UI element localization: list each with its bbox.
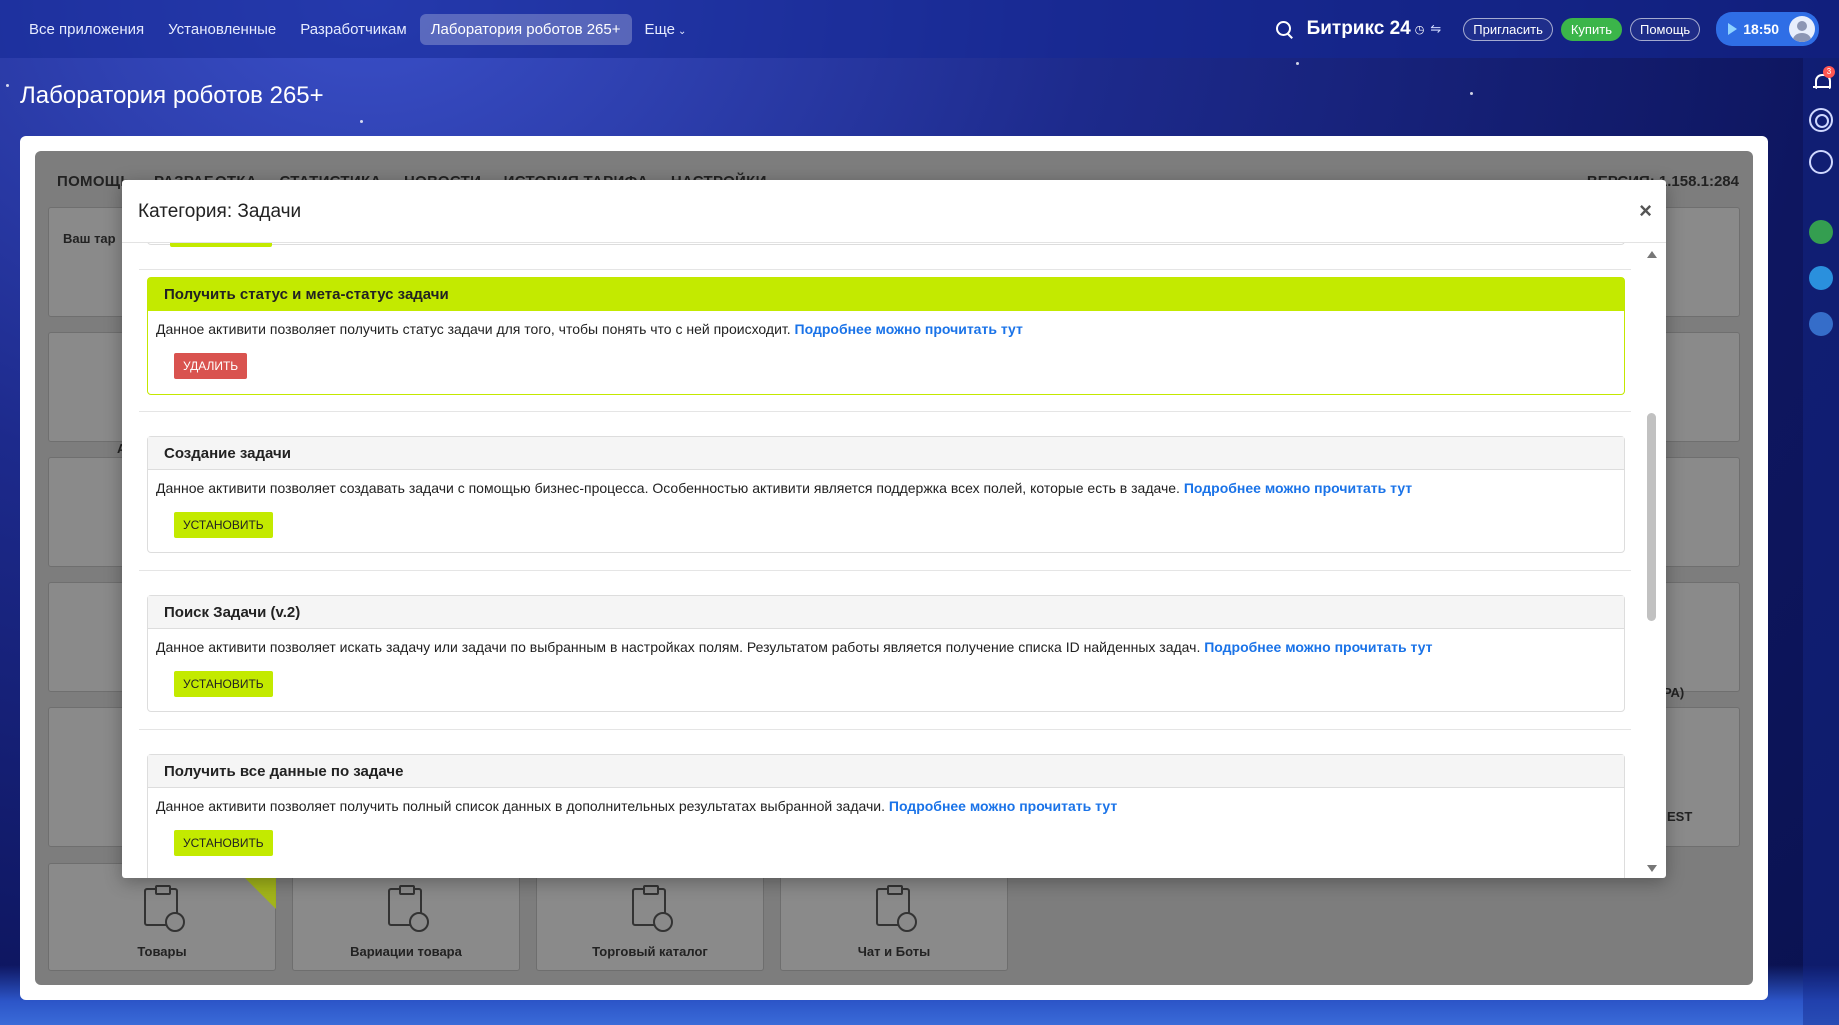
scroll-down-arrow-icon[interactable]	[1647, 865, 1657, 872]
activity-panel: Поиск Задачи (v.2) Данное активити позво…	[147, 595, 1625, 712]
clock-icon: ◷	[1414, 23, 1425, 36]
row-separator	[139, 729, 1631, 730]
settings-toggle-icon[interactable]: ⇋	[1430, 21, 1441, 37]
modal-title: Категория: Задачи	[138, 201, 302, 222]
category-tile-chats[interactable]: Чат и Боты	[780, 863, 1008, 971]
bookmark-icon[interactable]	[1809, 312, 1833, 336]
avatar[interactable]	[1789, 16, 1815, 42]
nav-all-apps[interactable]: Все приложения	[18, 14, 155, 45]
install-button[interactable]: Установить	[174, 671, 273, 697]
install-button-partial[interactable]	[170, 243, 272, 247]
activity-more-link[interactable]: Подробнее можно прочитать тут	[795, 321, 1023, 337]
clipboard-icon	[632, 885, 673, 932]
top-right-controls: Битрикс 24 ◷ ⇋ Пригласить Купить Помощь …	[1273, 0, 1839, 58]
activity-panel: Получить статус и мета-статус задачи Дан…	[147, 277, 1625, 395]
nav-developers[interactable]: Разработчикам	[289, 14, 417, 45]
activity-body: Данное активити позволяет получить стату…	[148, 311, 1624, 389]
chat-search-icon[interactable]	[1809, 150, 1833, 174]
invite-button[interactable]: Пригласить	[1463, 17, 1553, 41]
buy-button[interactable]: Купить	[1560, 17, 1622, 41]
scrollbar[interactable]	[1644, 245, 1658, 878]
activity-more-link[interactable]: Подробнее можно прочитать тут	[889, 798, 1117, 814]
category-tile-label: Товары	[137, 944, 187, 959]
play-icon	[1728, 23, 1738, 35]
scrollbar-thumb[interactable]	[1647, 413, 1656, 621]
partial-panel	[147, 243, 1625, 245]
category-tile-label: Торговый каталог	[592, 944, 708, 959]
notification-badge: 3	[1823, 66, 1835, 78]
row-separator	[139, 269, 1631, 270]
activity-body: Данное активити позволяет искать задачу …	[148, 629, 1624, 707]
install-button[interactable]: Установить	[174, 512, 273, 538]
row-separator	[139, 411, 1631, 412]
background-star	[360, 120, 363, 123]
app-tile-icon[interactable]	[1809, 220, 1833, 244]
clipboard-icon	[144, 885, 185, 932]
activity-description: Данное активити позволяет искать задачу …	[156, 639, 1201, 655]
tariff-label: Ваш тар	[63, 231, 116, 246]
activity-description: Данное активити позволяет получить полны…	[156, 798, 885, 814]
chevron-down-icon: ⌄	[678, 25, 687, 37]
side-text: РА)	[1663, 685, 1685, 700]
clipboard-icon	[876, 885, 917, 932]
page-title: Лаборатория роботов 265+	[20, 82, 324, 109]
brand-logo[interactable]: Битрикс 24	[1307, 18, 1411, 40]
activity-title: Получить все данные по задаче	[148, 755, 1624, 788]
right-sidebar: 3	[1803, 58, 1839, 1025]
scroll-up-arrow-icon[interactable]	[1647, 251, 1657, 258]
top-navigation: Все приложения Установленные Разработчик…	[18, 13, 699, 45]
install-button[interactable]: Установить	[174, 830, 273, 856]
activity-title: Создание задачи	[148, 437, 1624, 470]
category-tile-products[interactable]: Товары	[48, 863, 276, 971]
top-bar: Все приложения Установленные Разработчик…	[0, 0, 1839, 58]
app-menu-help[interactable]: ПОМОЩЬ	[57, 173, 131, 190]
activity-body: Данное активити позволяет получить полны…	[148, 788, 1624, 866]
clipboard-icon	[388, 885, 429, 932]
activity-body: Данное активити позволяет создавать зада…	[148, 470, 1624, 548]
help-button[interactable]: Помощь	[1629, 17, 1701, 41]
category-tile-variations[interactable]: Вариации товара	[292, 863, 520, 971]
modal-header: Категория: Задачи ×	[122, 180, 1666, 243]
background-star	[1470, 92, 1473, 95]
category-tile-catalog[interactable]: Торговый каталог	[536, 863, 764, 971]
bell-icon[interactable]: 3	[1809, 66, 1835, 94]
close-icon[interactable]: ×	[1639, 198, 1652, 224]
nav-installed[interactable]: Установленные	[157, 14, 287, 45]
category-tile-label: Вариации товара	[350, 944, 462, 959]
worktime-button[interactable]: 18:50	[1716, 12, 1819, 46]
search-icon[interactable]	[1273, 18, 1295, 40]
nav-more-label: Еще	[644, 20, 676, 38]
activity-description: Данное активити позволяет получить стату…	[156, 321, 791, 337]
background-star	[1296, 62, 1299, 65]
activity-title: Поиск Задачи (v.2)	[148, 596, 1624, 629]
activity-title: Получить статус и мета-статус задачи	[148, 278, 1624, 311]
delete-button[interactable]: Удалить	[174, 353, 248, 379]
category-tile-label: Чат и Боты	[857, 944, 931, 959]
category-modal: Категория: Задачи × Получить статус и ме…	[122, 180, 1666, 878]
activity-more-link[interactable]: Подробнее можно прочитать тут	[1184, 480, 1412, 496]
side-text: EST	[1667, 809, 1693, 824]
activity-description: Данное активити позволяет создавать зада…	[156, 480, 1180, 496]
messenger-icon[interactable]	[1809, 266, 1833, 290]
activity-panel: Получить все данные по задаче Данное акт…	[147, 754, 1625, 878]
modal-body: Получить статус и мета-статус задачи Дан…	[122, 243, 1666, 878]
target-icon[interactable]	[1809, 108, 1833, 132]
nav-more[interactable]: Еще ⌄	[634, 14, 698, 45]
row-separator	[139, 570, 1631, 571]
background-star	[6, 84, 9, 87]
activity-more-link[interactable]: Подробнее можно прочитать тут	[1204, 639, 1432, 655]
worktime-value: 18:50	[1743, 21, 1779, 37]
nav-robot-lab[interactable]: Лаборатория роботов 265+	[419, 13, 632, 45]
activity-panel: Создание задачи Данное активити позволяе…	[147, 436, 1625, 553]
